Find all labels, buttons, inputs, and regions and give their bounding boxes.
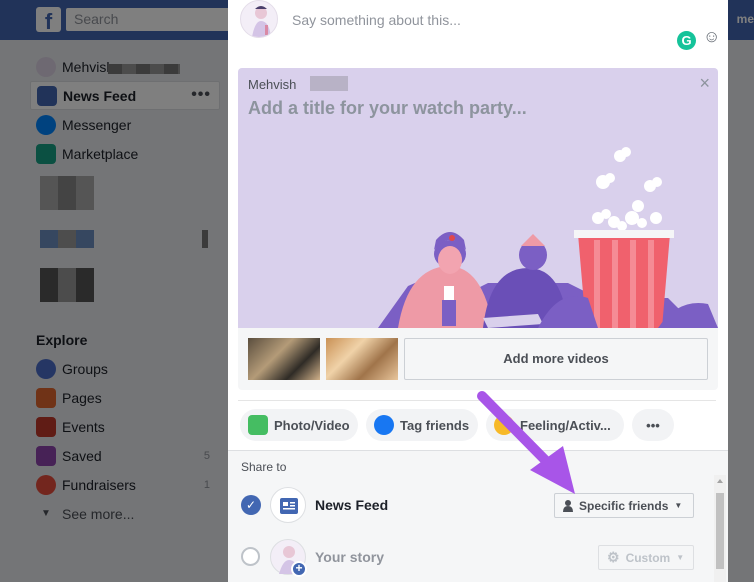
feeling-activity-button[interactable]: Feeling/Activ... xyxy=(486,409,624,441)
more-icon: ••• xyxy=(646,417,660,433)
person-icon xyxy=(563,499,573,512)
share-to-section: Share to ✓ News Feed Specific friends ▼ … xyxy=(228,450,728,582)
more-options-button[interactable]: ••• xyxy=(632,409,674,441)
redacted-name-block xyxy=(310,76,348,91)
video-thumbnail[interactable] xyxy=(248,338,320,380)
host-name: Mehvish xyxy=(248,77,297,92)
composer-input[interactable]: Say something about this... xyxy=(292,12,461,28)
news-feed-share-icon xyxy=(270,487,306,523)
divider xyxy=(238,400,716,401)
gear-icon: ⚙ xyxy=(607,549,620,565)
watch-party-dialog: Say something about this... G ☺ Mehvish … xyxy=(228,0,728,582)
photo-video-icon xyxy=(248,415,268,435)
photo-video-label: Photo/Video xyxy=(274,417,350,433)
composer-area: Say something about this... G ☺ xyxy=(228,0,728,58)
tag-friends-button[interactable]: Tag friends xyxy=(366,409,478,441)
photo-video-button[interactable]: Photo/Video xyxy=(240,409,358,441)
share-row-your-story: + Your story ⚙ Custom ▼ xyxy=(228,537,708,577)
emoji-icon[interactable]: ☺ xyxy=(703,27,720,47)
add-more-videos-button[interactable]: Add more videos xyxy=(404,338,708,380)
feeling-icon xyxy=(494,415,514,435)
scrollbar-thumb[interactable] xyxy=(716,493,724,569)
your-story-checkbox[interactable] xyxy=(241,547,260,566)
news-feed-checkbox[interactable]: ✓ xyxy=(241,495,261,515)
share-row-news-feed: ✓ News Feed Specific friends ▼ xyxy=(228,485,708,525)
watch-party-banner: Mehvish Add a title for your watch party… xyxy=(238,68,718,328)
custom-dropdown[interactable]: ⚙ Custom ▼ xyxy=(598,545,694,570)
scroll-up-icon[interactable] xyxy=(717,479,723,483)
specific-friends-dropdown[interactable]: Specific friends ▼ xyxy=(554,493,694,518)
tag-friends-label: Tag friends xyxy=(400,417,470,433)
caret-down-icon: ▼ xyxy=(676,553,685,562)
video-thumbnails: Add more videos xyxy=(238,328,718,390)
audience-label: Custom xyxy=(625,550,671,565)
avatar xyxy=(240,0,278,38)
video-thumbnail[interactable] xyxy=(326,338,398,380)
composer-actions: Photo/Video Tag friends Feeling/Activ...… xyxy=(240,409,720,441)
audience-label: Specific friends xyxy=(579,498,669,513)
caret-down-icon: ▼ xyxy=(674,501,683,510)
share-row-label: Your story xyxy=(315,549,384,565)
share-row-label: News Feed xyxy=(315,497,389,513)
feeling-activity-label: Feeling/Activ... xyxy=(520,417,611,433)
share-to-heading: Share to xyxy=(241,460,287,474)
close-icon[interactable]: × xyxy=(699,73,710,94)
add-story-icon: + xyxy=(291,561,307,577)
watch-party-title-input[interactable]: Add a title for your watch party... xyxy=(248,98,527,119)
grammarly-icon[interactable]: G xyxy=(677,31,696,50)
watch-party-card: Mehvish Add a title for your watch party… xyxy=(238,68,718,390)
scrollbar[interactable] xyxy=(714,475,726,582)
tag-friends-icon xyxy=(374,415,394,435)
